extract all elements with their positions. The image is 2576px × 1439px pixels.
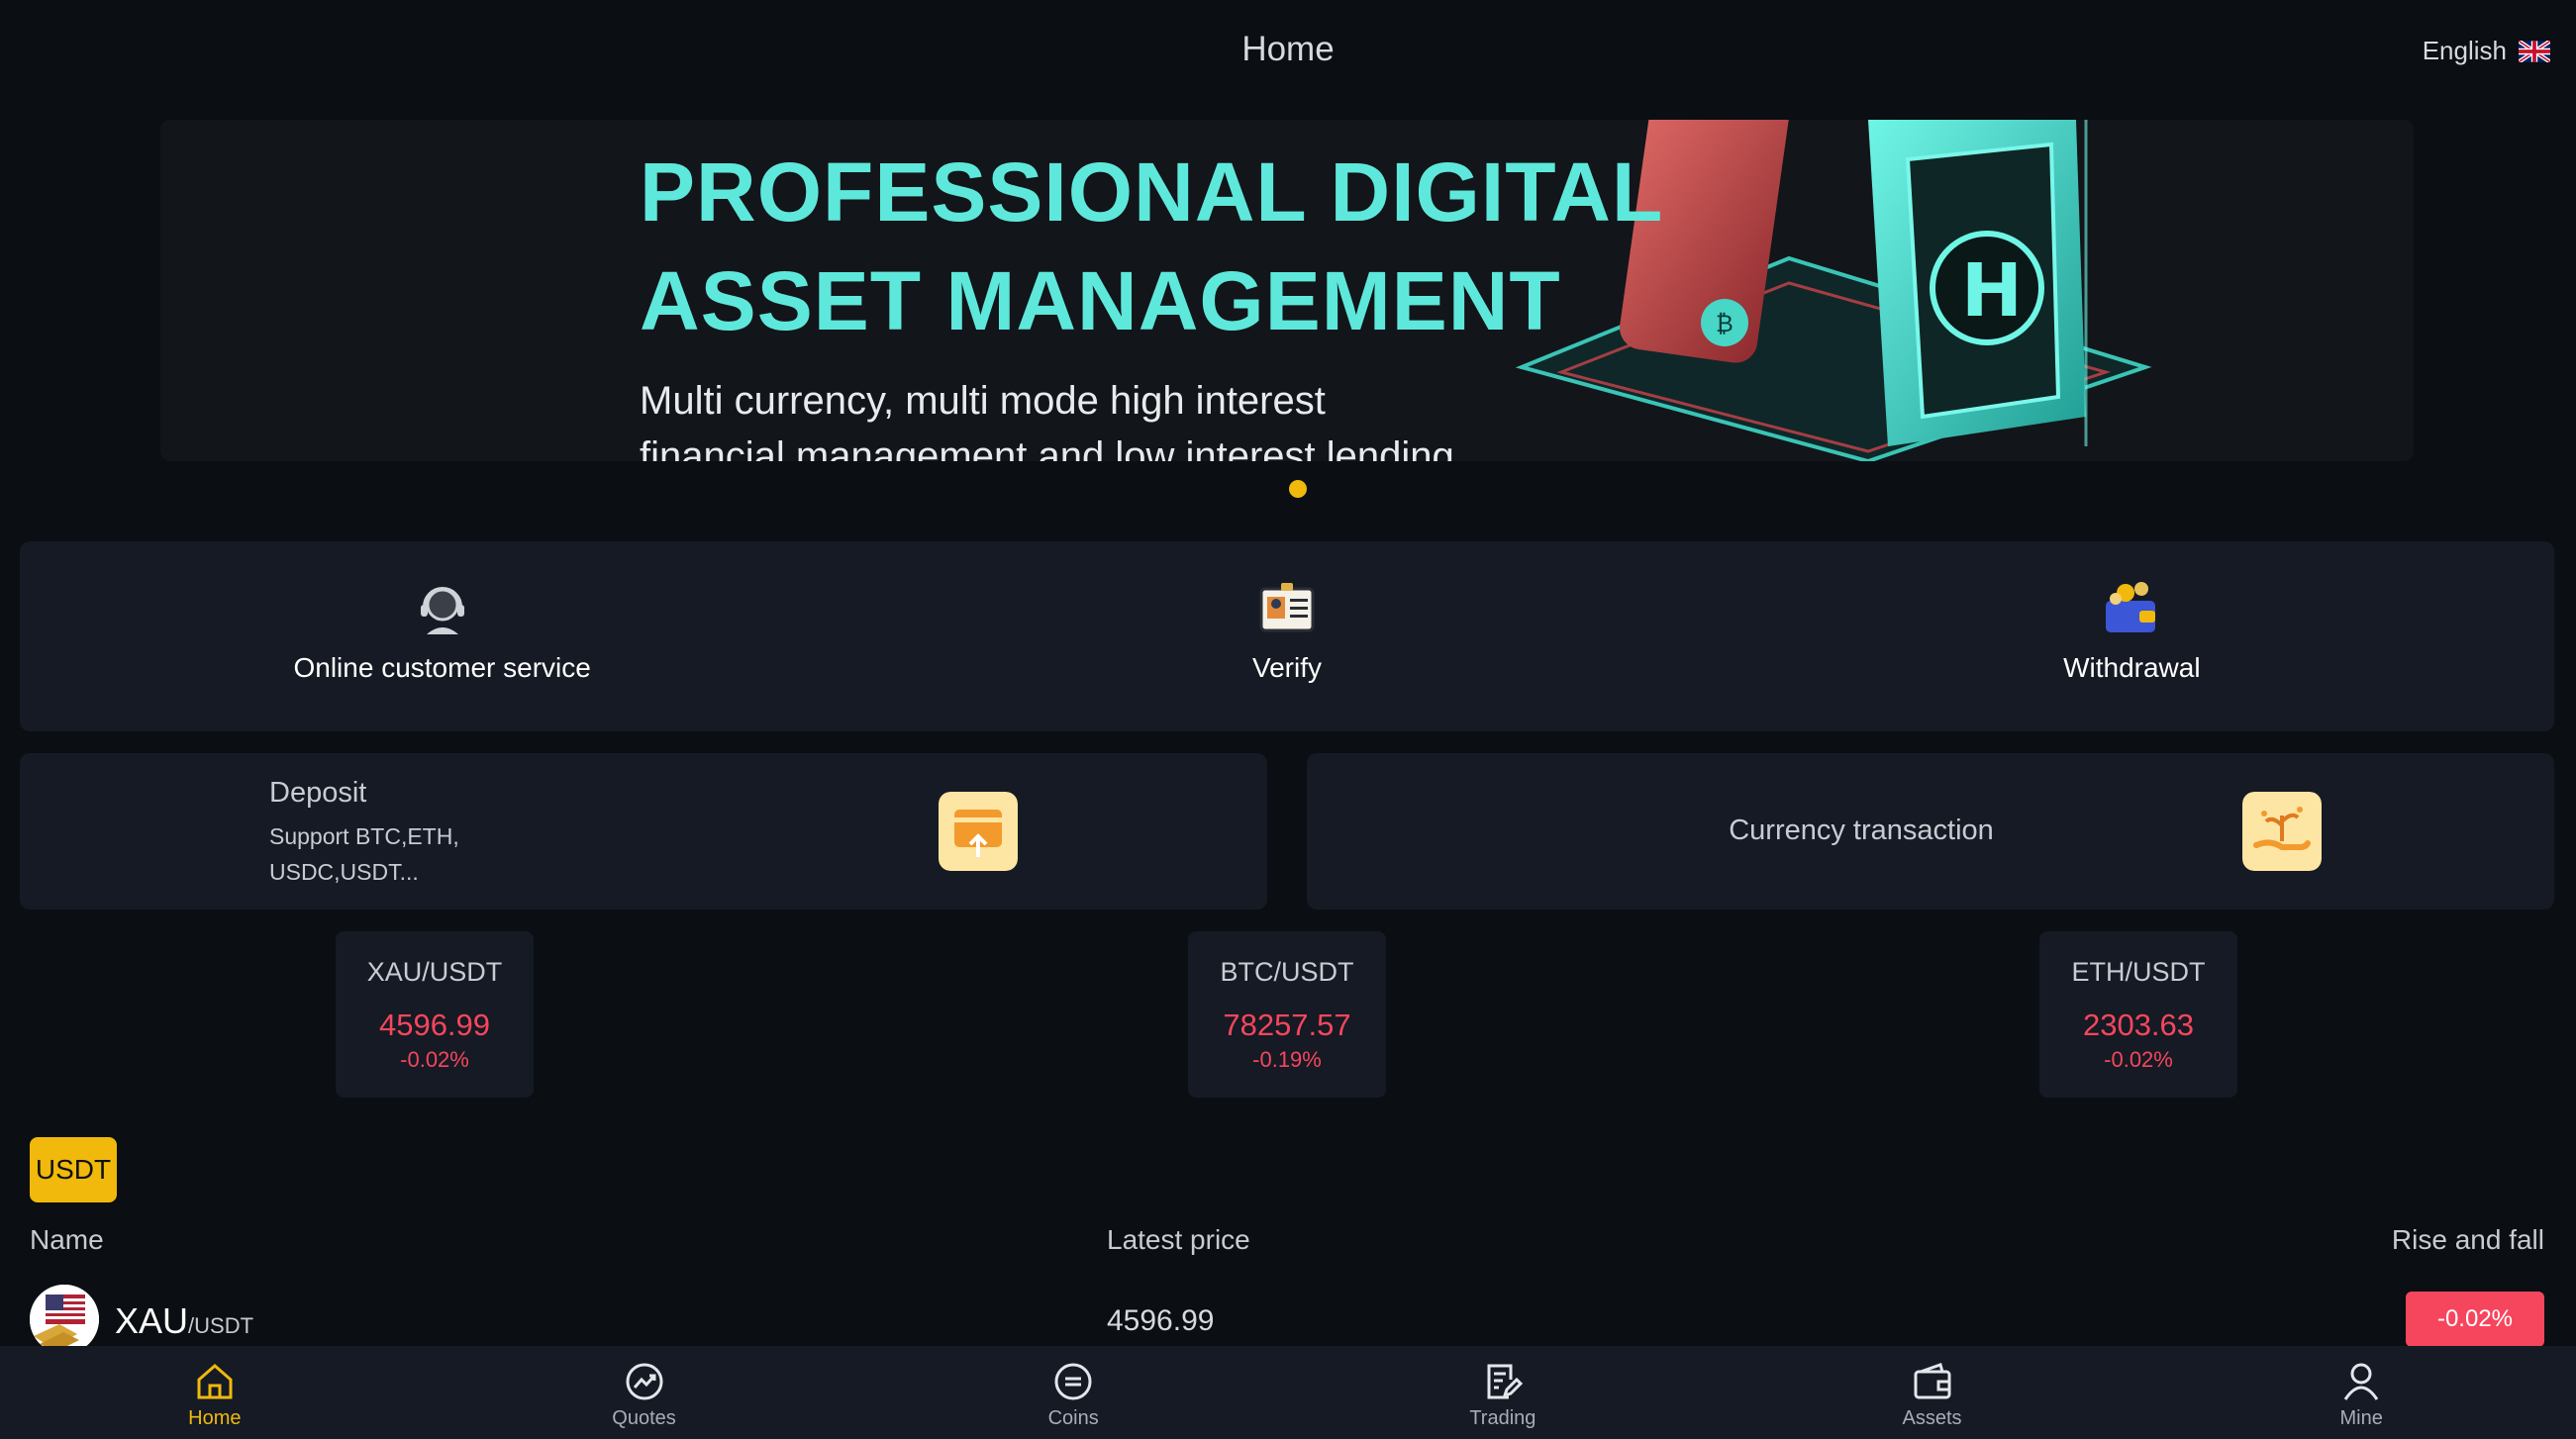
deposit-subtitle: Support BTC,ETH, USDC,USDT...	[269, 823, 459, 885]
table-row-change-badge[interactable]: -0.02%	[2406, 1292, 2544, 1347]
verify-button[interactable]: Verify	[864, 541, 1709, 731]
nav-trading[interactable]: Trading	[1288, 1346, 1718, 1439]
page-title: Home	[1241, 30, 1335, 68]
svg-text:₿: ₿	[1716, 310, 1734, 337]
nav-label: Trading	[1469, 1407, 1536, 1429]
banner-headline: PROFESSIONAL DIGITAL	[640, 145, 1664, 239]
ticker-card[interactable]: ETH/USDT 2303.63 -0.02%	[2039, 931, 2237, 1098]
column-header-latest-price: Latest price	[1107, 1224, 1250, 1255]
nav-label: Coins	[1047, 1407, 1099, 1429]
nav-label: Mine	[2339, 1407, 2383, 1429]
currency-transaction-card[interactable]: Currency transaction	[1307, 753, 2554, 910]
ticker-change: -0.19%	[1252, 1047, 1322, 1072]
nav-quotes[interactable]: Quotes	[430, 1346, 859, 1439]
wallet-coins-icon	[2106, 582, 2156, 632]
online-customer-service-button[interactable]: Online customer service	[20, 541, 864, 731]
document-edit-icon	[1487, 1364, 1523, 1399]
coin-icon	[1054, 1363, 1092, 1400]
banner-subtitle: Multi currency, multi mode high interest	[640, 379, 1326, 423]
table-row-price: 4596.99	[1107, 1304, 1215, 1337]
uk-flag-icon	[2519, 40, 2550, 62]
ticker-card[interactable]: BTC/USDT 78257.57 -0.19%	[1188, 931, 1386, 1098]
plant-hand-icon	[2242, 792, 2322, 871]
deposit-card[interactable]: Deposit Support BTC,ETH, USDC,USDT...	[20, 753, 1267, 910]
ticker-pair: BTC/USDT	[1220, 957, 1354, 987]
carousel-indicator[interactable]	[1289, 480, 1307, 498]
wallet-icon	[1914, 1363, 1951, 1399]
action-label: Withdrawal	[2063, 652, 2201, 683]
action-label: Online customer service	[293, 652, 591, 683]
nav-label: Assets	[1902, 1407, 1962, 1429]
symbol-quote: /USDT	[188, 1313, 254, 1338]
language-label: English	[2422, 36, 2507, 65]
id-card-icon	[1259, 583, 1315, 632]
deposit-title: Deposit	[269, 777, 367, 809]
nav-label: Quotes	[612, 1407, 676, 1429]
symbol-base: XAU	[115, 1300, 189, 1341]
nav-mine[interactable]: Mine	[2146, 1346, 2576, 1439]
quick-actions: Online customer service Verify Withdrawa…	[20, 541, 2554, 731]
user-icon	[2343, 1363, 2379, 1400]
ticker-pair: XAU/USDT	[366, 957, 503, 987]
svg-text:H: H	[1961, 248, 2023, 334]
ticker-change: -0.02%	[2104, 1047, 2173, 1072]
table-row-symbol[interactable]: XAU/USDT	[115, 1300, 253, 1342]
nav-home[interactable]: Home	[0, 1346, 430, 1439]
banner-headline: ASSET MANAGEMENT	[640, 254, 1561, 347]
nav-coins[interactable]: Coins	[858, 1346, 1288, 1439]
headset-icon	[420, 587, 464, 634]
ticker-price: 2303.63	[2082, 1007, 2195, 1042]
ticker-change: -0.02%	[400, 1047, 469, 1072]
banner-subtitle: financial management and low interest le…	[640, 434, 1454, 461]
tab-usdt[interactable]: USDT	[30, 1137, 117, 1202]
nav-label: Home	[188, 1407, 242, 1429]
deposit-upload-icon	[939, 792, 1018, 871]
ticker-price: 78257.57	[1223, 1007, 1351, 1042]
promo-banner[interactable]: ₿ H PROFESSIONAL DIGITAL ASSET MANAGEMEN…	[160, 120, 2414, 461]
language-selector[interactable]: English	[2423, 36, 2550, 66]
ticker-price: 4596.99	[378, 1007, 491, 1042]
xau-coin-icon	[30, 1285, 99, 1354]
ticker-pair: ETH/USDT	[2071, 957, 2206, 987]
nav-assets[interactable]: Assets	[1718, 1346, 2147, 1439]
chart-circle-icon	[626, 1363, 662, 1400]
withdrawal-button[interactable]: Withdrawal	[1710, 541, 2554, 731]
bottom-nav: Home Quotes Coins Trading Assets Mine	[0, 1346, 2576, 1439]
home-icon	[197, 1364, 233, 1399]
ticker-card[interactable]: XAU/USDT 4596.99 -0.02%	[336, 931, 534, 1098]
action-label: Verify	[1251, 652, 1322, 683]
column-header-name: Name	[30, 1224, 104, 1255]
column-header-rise-and-fall: Rise and fall	[2391, 1224, 2544, 1255]
